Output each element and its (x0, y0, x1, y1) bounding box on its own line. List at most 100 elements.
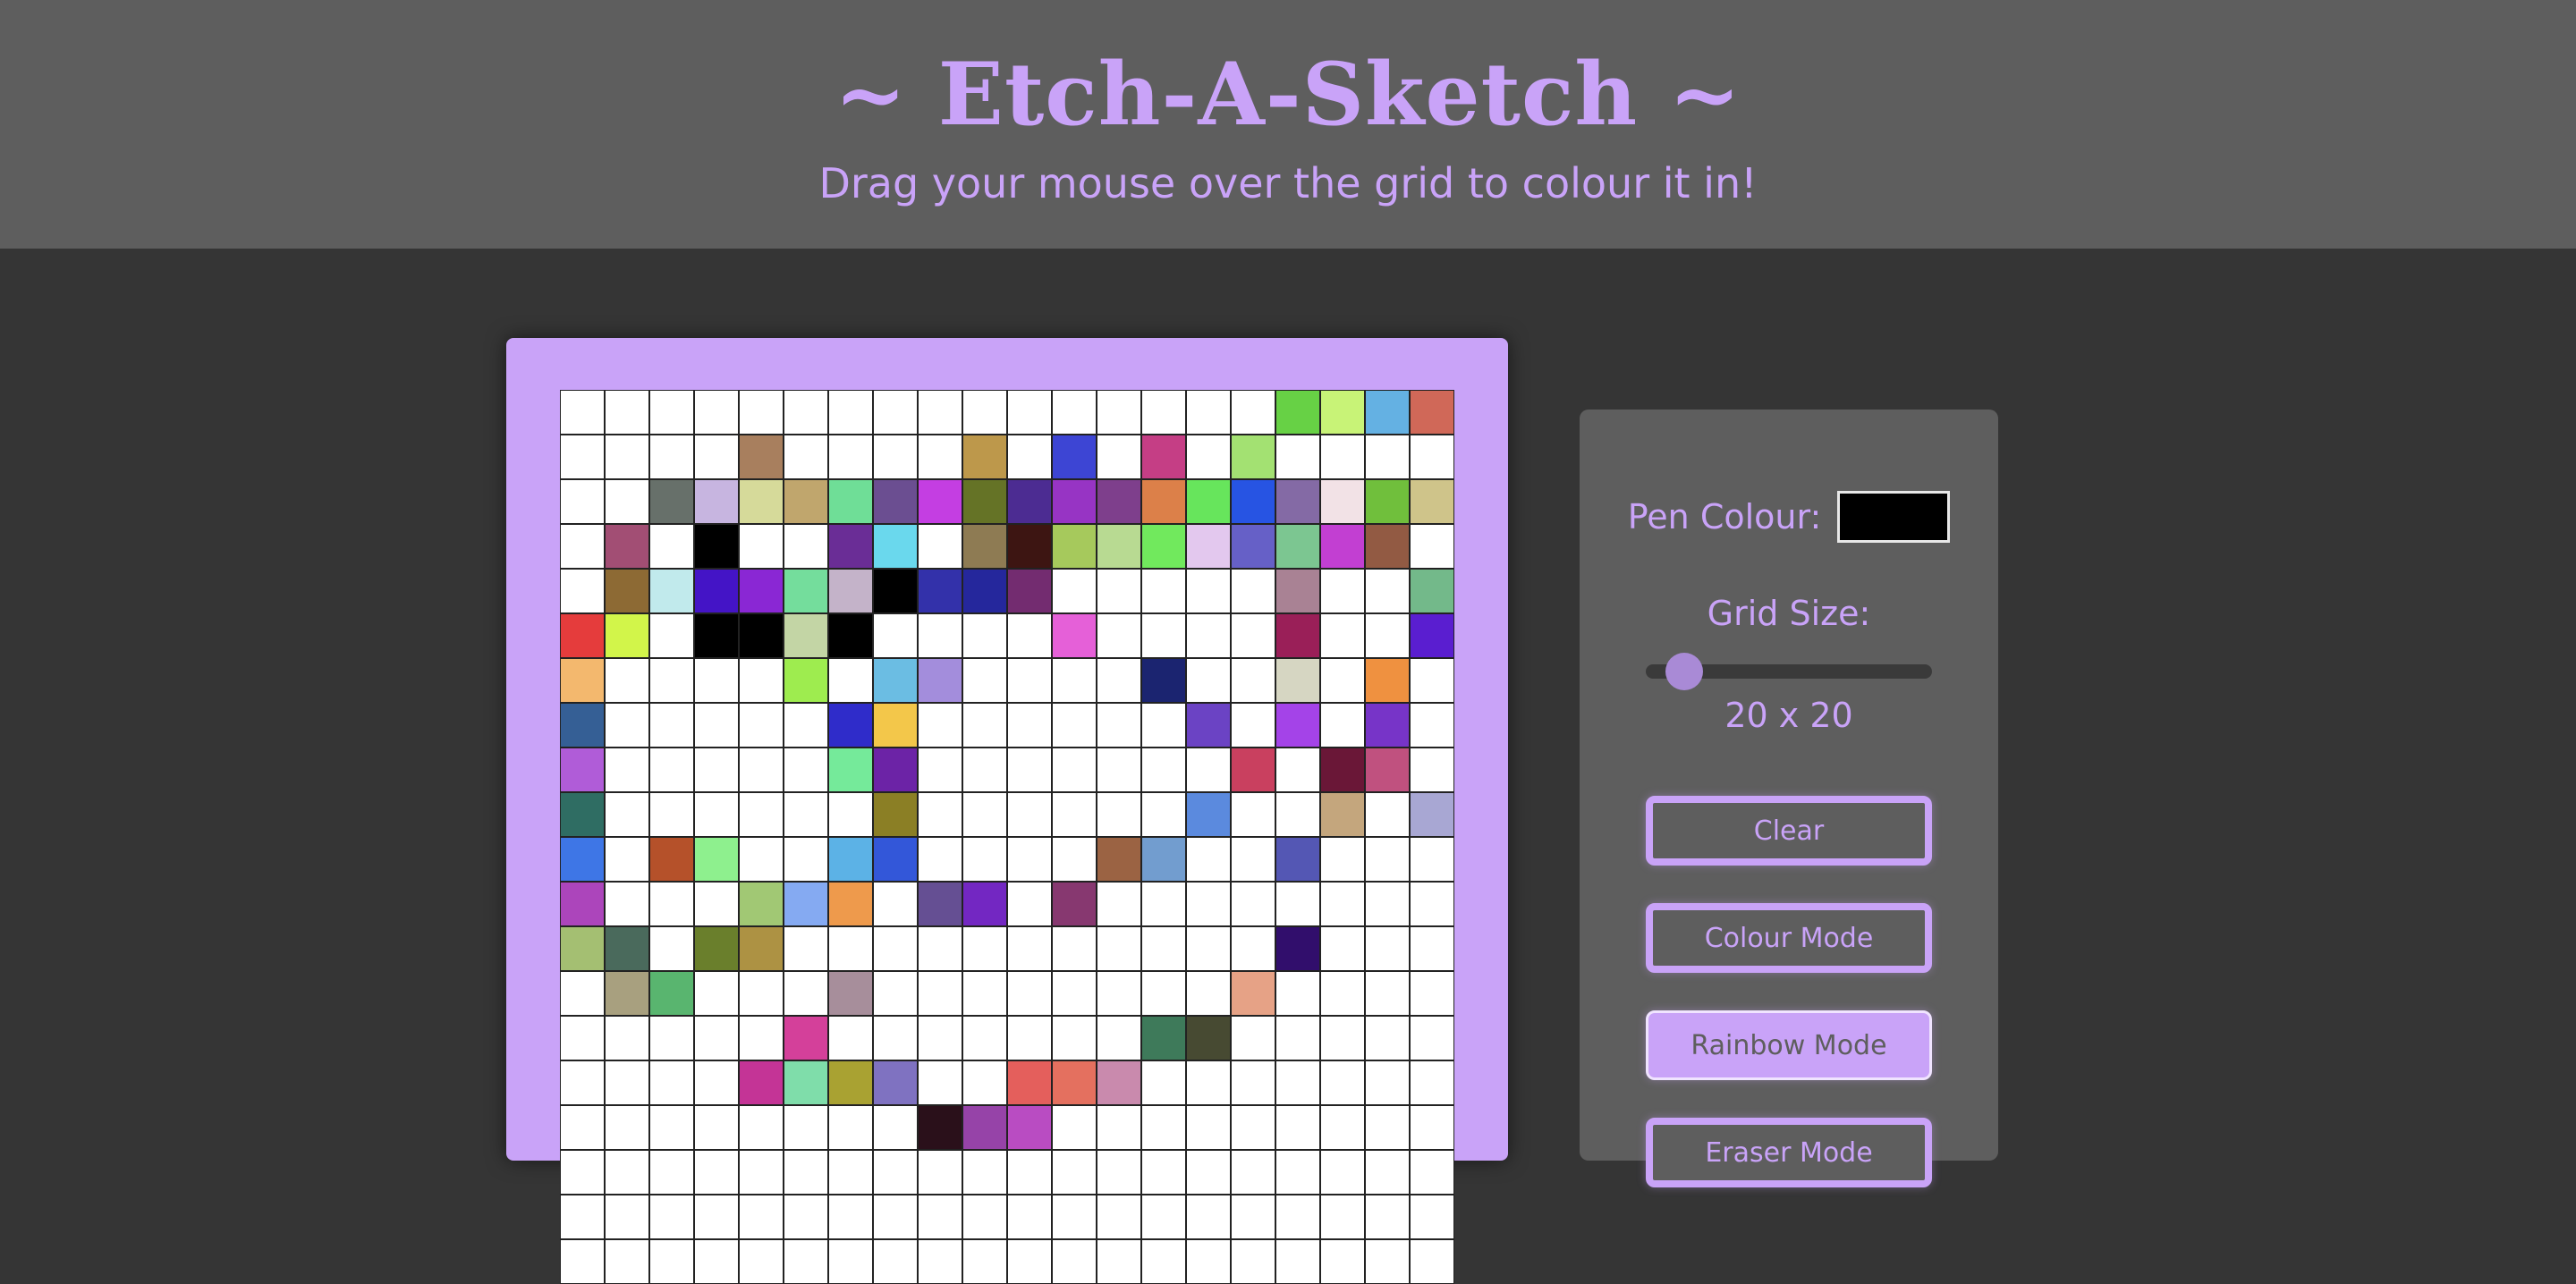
grid-cell[interactable] (1231, 479, 1275, 524)
grid-cell[interactable] (1320, 882, 1365, 926)
grid-cell[interactable] (1052, 569, 1097, 613)
grid-cell[interactable] (694, 613, 739, 658)
grid-cell[interactable] (1231, 435, 1275, 479)
grid-cell[interactable] (1275, 658, 1320, 703)
grid-cell[interactable] (1275, 837, 1320, 882)
grid-cell[interactable] (1141, 390, 1186, 435)
grid-cell[interactable] (784, 658, 828, 703)
grid-cell[interactable] (1320, 390, 1365, 435)
grid-cell[interactable] (1052, 1105, 1097, 1150)
grid-cell[interactable] (873, 882, 918, 926)
grid-cell[interactable] (962, 435, 1007, 479)
grid-cell[interactable] (784, 1060, 828, 1105)
grid-cell[interactable] (1007, 748, 1052, 792)
grid-cell[interactable] (918, 1239, 962, 1284)
grid-cell[interactable] (605, 658, 649, 703)
grid-cell[interactable] (605, 524, 649, 569)
grid-cell[interactable] (1410, 926, 1454, 971)
grid-cell[interactable] (962, 524, 1007, 569)
grid-cell[interactable] (828, 658, 873, 703)
grid-cell[interactable] (1365, 792, 1410, 837)
grid-cell[interactable] (1231, 390, 1275, 435)
grid-cell[interactable] (605, 748, 649, 792)
grid-cell[interactable] (1007, 390, 1052, 435)
grid-cell[interactable] (873, 1016, 918, 1060)
grid-cell[interactable] (1141, 569, 1186, 613)
grid-cell[interactable] (1320, 1150, 1365, 1195)
grid-cell[interactable] (1007, 882, 1052, 926)
grid-cell[interactable] (1097, 703, 1141, 748)
grid-cell[interactable] (605, 837, 649, 882)
grid-cell[interactable] (1231, 1016, 1275, 1060)
grid-cell[interactable] (649, 882, 694, 926)
grid-cell[interactable] (1365, 1105, 1410, 1150)
grid-cell[interactable] (784, 837, 828, 882)
grid-cell[interactable] (1410, 748, 1454, 792)
grid-cell[interactable] (560, 1105, 605, 1150)
grid-cell[interactable] (784, 926, 828, 971)
grid-cell[interactable] (1097, 748, 1141, 792)
grid-cell[interactable] (1320, 435, 1365, 479)
grid-cell[interactable] (1007, 1195, 1052, 1239)
grid-cell[interactable] (1052, 435, 1097, 479)
grid-cell[interactable] (560, 792, 605, 837)
grid-cell[interactable] (1275, 1016, 1320, 1060)
grid-cell[interactable] (1231, 1105, 1275, 1150)
grid-cell[interactable] (1052, 926, 1097, 971)
grid-cell[interactable] (918, 1060, 962, 1105)
grid-cell[interactable] (1007, 1016, 1052, 1060)
grid-cell[interactable] (1141, 1016, 1186, 1060)
grid-cell[interactable] (1007, 837, 1052, 882)
grid-cell[interactable] (1052, 837, 1097, 882)
grid-cell[interactable] (560, 748, 605, 792)
grid-cell[interactable] (1007, 971, 1052, 1016)
grid-cell[interactable] (694, 435, 739, 479)
grid-cell[interactable] (828, 748, 873, 792)
grid-cell[interactable] (1231, 524, 1275, 569)
grid-cell[interactable] (1007, 613, 1052, 658)
grid-cell[interactable] (873, 792, 918, 837)
grid-cell[interactable] (1052, 1195, 1097, 1239)
grid-cell[interactable] (784, 390, 828, 435)
grid-cell[interactable] (649, 524, 694, 569)
grid-cell[interactable] (1320, 524, 1365, 569)
grid-cell[interactable] (560, 435, 605, 479)
grid-cell[interactable] (649, 926, 694, 971)
grid-cell[interactable] (962, 837, 1007, 882)
grid-cell[interactable] (873, 1239, 918, 1284)
grid-cell[interactable] (784, 792, 828, 837)
grid-cell[interactable] (828, 703, 873, 748)
grid-cell[interactable] (649, 435, 694, 479)
grid-cell[interactable] (1186, 837, 1231, 882)
grid-cell[interactable] (784, 1016, 828, 1060)
grid-cell[interactable] (784, 1105, 828, 1150)
grid-cell[interactable] (1365, 524, 1410, 569)
grid-cell[interactable] (694, 792, 739, 837)
grid-cell[interactable] (784, 569, 828, 613)
grid-cell[interactable] (1141, 882, 1186, 926)
grid-cell[interactable] (1052, 882, 1097, 926)
grid-cell[interactable] (828, 524, 873, 569)
grid-cell[interactable] (1275, 971, 1320, 1016)
grid-cell[interactable] (1231, 703, 1275, 748)
grid-cell[interactable] (649, 1150, 694, 1195)
grid-cell[interactable] (1141, 1195, 1186, 1239)
grid-cell[interactable] (605, 479, 649, 524)
grid-cell[interactable] (1186, 1105, 1231, 1150)
grid-cell[interactable] (1186, 882, 1231, 926)
grid-cell[interactable] (1410, 1195, 1454, 1239)
grid-cell[interactable] (694, 1239, 739, 1284)
grid-cell[interactable] (739, 390, 784, 435)
grid-cell[interactable] (828, 1150, 873, 1195)
grid-cell[interactable] (873, 1150, 918, 1195)
grid-cell[interactable] (1320, 1016, 1365, 1060)
grid-cell[interactable] (649, 703, 694, 748)
grid-cell[interactable] (1007, 569, 1052, 613)
grid-cell[interactable] (1007, 435, 1052, 479)
grid-cell[interactable] (1141, 658, 1186, 703)
grid-cell[interactable] (1320, 569, 1365, 613)
grid-cell[interactable] (605, 613, 649, 658)
grid-cell[interactable] (873, 435, 918, 479)
grid-cell[interactable] (828, 613, 873, 658)
grid-cell[interactable] (1097, 658, 1141, 703)
